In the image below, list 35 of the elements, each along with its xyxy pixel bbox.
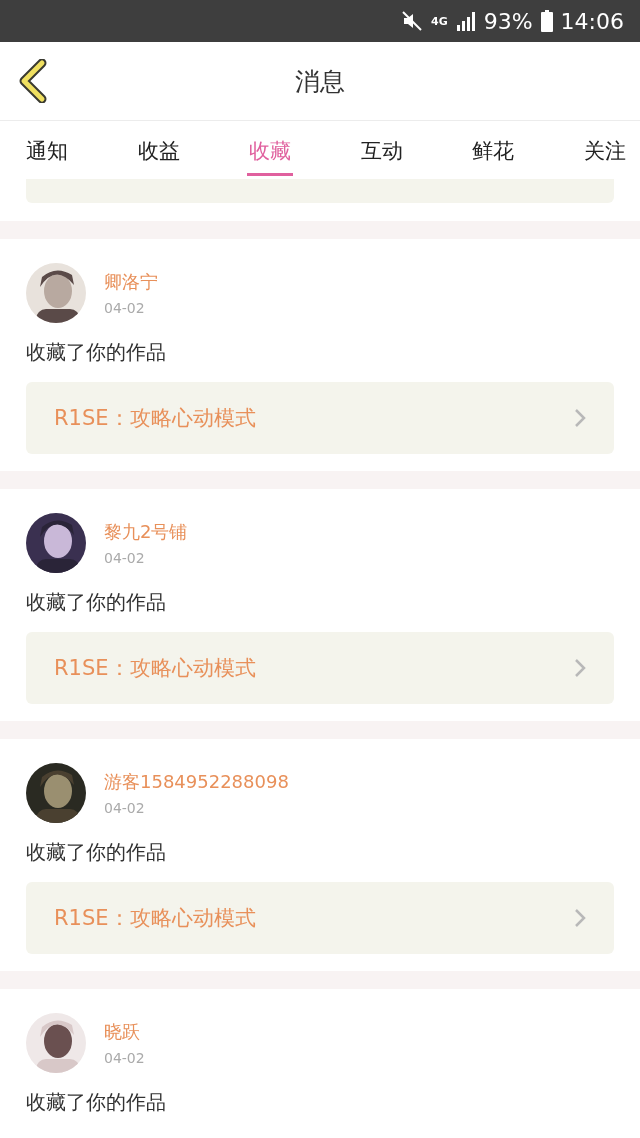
network-label: 4G — [431, 14, 448, 28]
message-text: 收藏了你的作品 — [26, 341, 167, 364]
battery-percent: 93% — [483, 8, 533, 34]
work-card[interactable]: R1SE：攻略心动模式 — [26, 882, 614, 954]
clock: 14:06 — [560, 8, 624, 34]
work-card[interactable]: R1SE：攻略心动模式 — [26, 632, 614, 704]
tab[interactable]: 收益 — [135, 128, 182, 176]
message-text: 收藏了你的作品 — [26, 841, 167, 864]
battery-icon — [540, 10, 553, 32]
message-date: 04-02 — [104, 800, 146, 816]
message-date: 04-02 — [104, 300, 146, 316]
chevron-right-icon — [574, 908, 586, 928]
work-title: R1SE：攻略心动模式 — [54, 405, 256, 432]
message-text: 收藏了你的作品 — [26, 1091, 167, 1114]
user-name[interactable]: 游客1584952288098 — [104, 770, 289, 794]
tab[interactable]: 鲜花 — [470, 128, 517, 176]
work-card[interactable]: R1SE：攻略心动模式 — [26, 382, 614, 454]
user-name[interactable]: 黎九2号铺 — [104, 520, 188, 544]
tab[interactable]: 互动 — [358, 128, 405, 176]
message-date: 04-02 — [104, 550, 146, 566]
work-title: R1SE：攻略心动模式 — [54, 655, 256, 682]
message-text: 收藏了你的作品 — [26, 591, 167, 614]
work-title: R1SE：攻略心动模式 — [54, 905, 256, 932]
back-icon[interactable] — [18, 59, 48, 103]
tab[interactable]: 收藏 — [247, 128, 294, 176]
message-date: 04-02 — [104, 1050, 145, 1066]
user-name[interactable]: 卿洛宁 — [104, 270, 158, 294]
chevron-right-icon — [574, 658, 586, 678]
mute-icon — [401, 10, 423, 32]
tab[interactable]: 通知 — [24, 128, 70, 176]
tab[interactable]: 关注 — [581, 128, 628, 176]
chevron-right-icon — [574, 408, 586, 428]
user-name[interactable]: 晓跃 — [104, 1020, 145, 1044]
page-title: 消息 — [295, 65, 345, 98]
signal-icon — [455, 11, 476, 31]
